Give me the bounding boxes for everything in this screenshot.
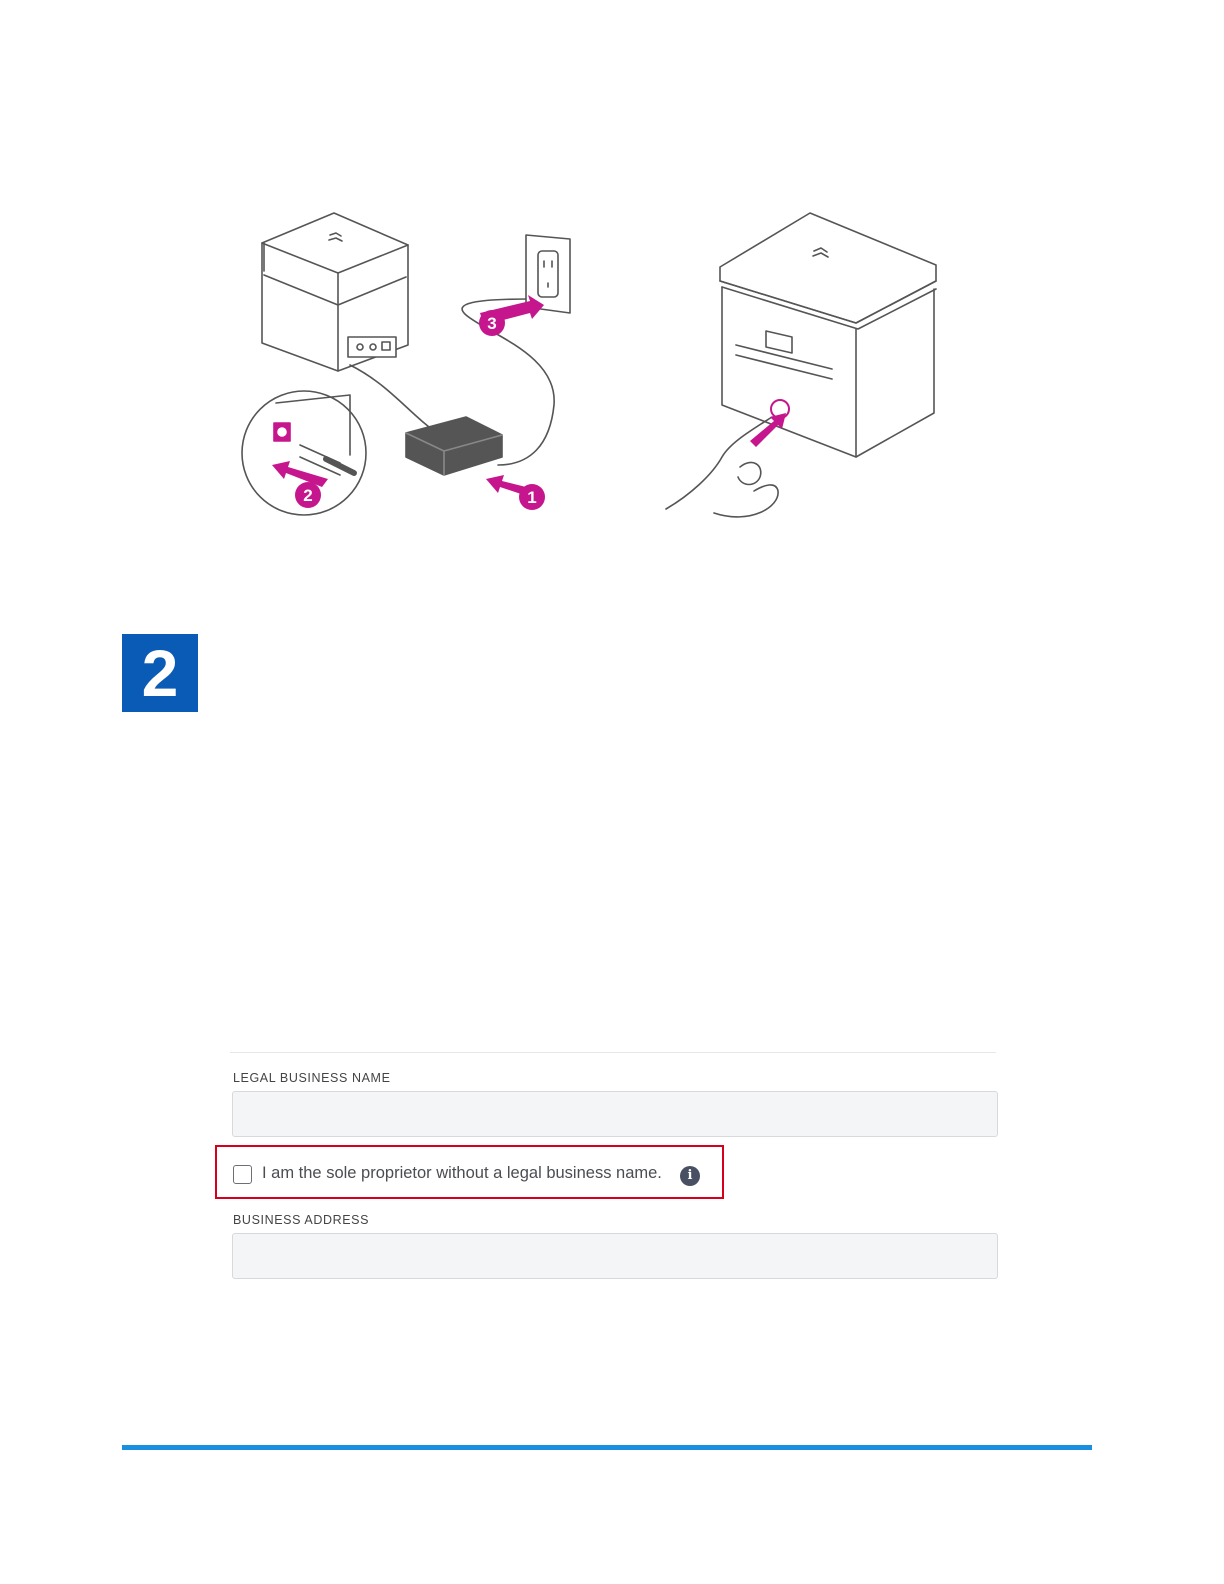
printer-back-icon (261, 212, 409, 372)
step-number-badge: 2 (122, 634, 198, 712)
legal-business-name-input[interactable] (232, 1091, 998, 1137)
callout-1: 1 (519, 484, 545, 510)
sole-proprietor-checkbox[interactable] (233, 1165, 252, 1184)
business-info-form: LEGAL BUSINESS NAME I am the sole propri… (215, 1050, 1002, 1290)
callout-3-number: 3 (487, 314, 496, 333)
info-icon[interactable]: i (680, 1166, 700, 1186)
business-address-label: BUSINESS ADDRESS (233, 1213, 370, 1227)
footer-rule (122, 1445, 1092, 1450)
sole-proprietor-label[interactable]: I am the sole proprietor without a legal… (262, 1164, 662, 1183)
power-adapter-icon (405, 416, 503, 476)
callout-2-number: 2 (303, 486, 312, 505)
printer-setup-illustration: 3 1 2 (241, 212, 937, 518)
form-divider (230, 1052, 996, 1053)
callout-1-number: 1 (527, 488, 536, 507)
callout-2: 2 (295, 482, 321, 508)
business-address-input[interactable] (232, 1233, 998, 1279)
legal-business-name-label: LEGAL BUSINESS NAME (233, 1071, 391, 1085)
printer-front-icon (719, 212, 937, 458)
callout-3: 3 (479, 310, 505, 336)
